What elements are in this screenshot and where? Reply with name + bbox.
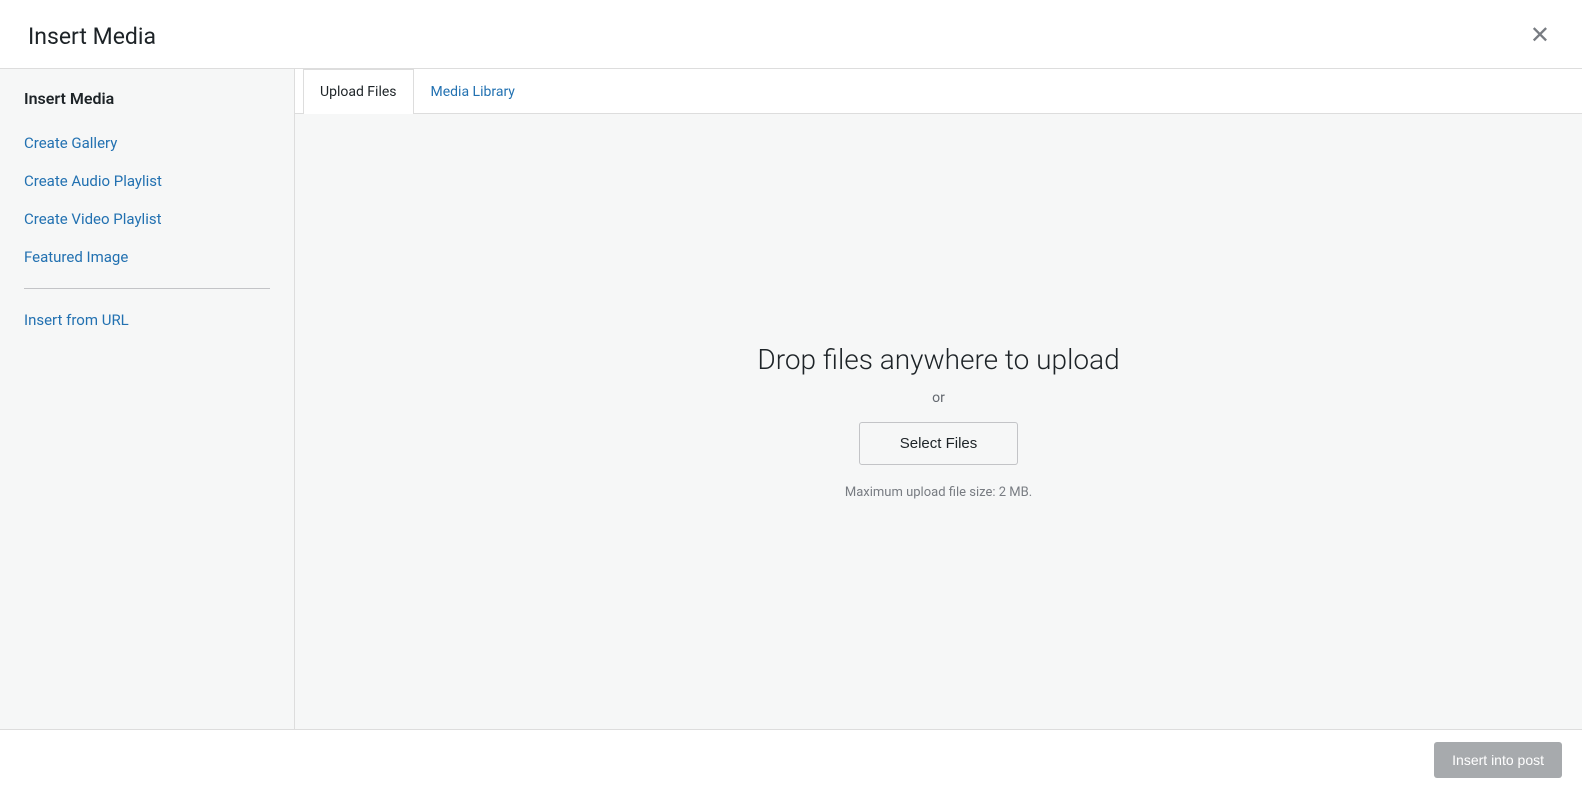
or-text: or xyxy=(932,390,945,406)
sidebar-navigation: Create Gallery Create Audio Playlist Cre… xyxy=(0,124,294,339)
sidebar: Insert Media Create Gallery Create Audio… xyxy=(0,69,295,729)
sidebar-item-featured-image[interactable]: Featured Image xyxy=(0,238,294,276)
select-files-button[interactable]: Select Files xyxy=(859,422,1019,465)
tab-upload-files[interactable]: Upload Files xyxy=(303,69,414,114)
close-button[interactable]: ✕ xyxy=(1526,20,1554,52)
max-size-text: Maximum upload file size: 2 MB. xyxy=(845,485,1032,500)
modal-footer: Insert into post xyxy=(0,729,1582,790)
content-area: Upload Files Media Library Drop files an… xyxy=(295,69,1582,729)
modal-title: Insert Media xyxy=(28,23,156,50)
sidebar-item-insert-from-url[interactable]: Insert from URL xyxy=(0,301,294,339)
sidebar-item-create-video-playlist[interactable]: Create Video Playlist xyxy=(0,200,294,238)
sidebar-item-create-audio-playlist[interactable]: Create Audio Playlist xyxy=(0,162,294,200)
tab-media-library[interactable]: Media Library xyxy=(414,69,532,114)
tabs-bar: Upload Files Media Library xyxy=(295,69,1582,114)
sidebar-item-create-gallery[interactable]: Create Gallery xyxy=(0,124,294,162)
sidebar-divider xyxy=(24,288,270,289)
modal-header: Insert Media ✕ xyxy=(0,0,1582,69)
insert-into-post-button[interactable]: Insert into post xyxy=(1434,742,1562,778)
insert-media-modal: Insert Media ✕ Insert Media Create Galle… xyxy=(0,0,1582,790)
modal-body: Insert Media Create Gallery Create Audio… xyxy=(0,69,1582,729)
drop-files-text: Drop files anywhere to upload xyxy=(757,343,1119,376)
upload-area: Drop files anywhere to upload or Select … xyxy=(295,114,1582,729)
sidebar-title: Insert Media xyxy=(0,89,294,124)
